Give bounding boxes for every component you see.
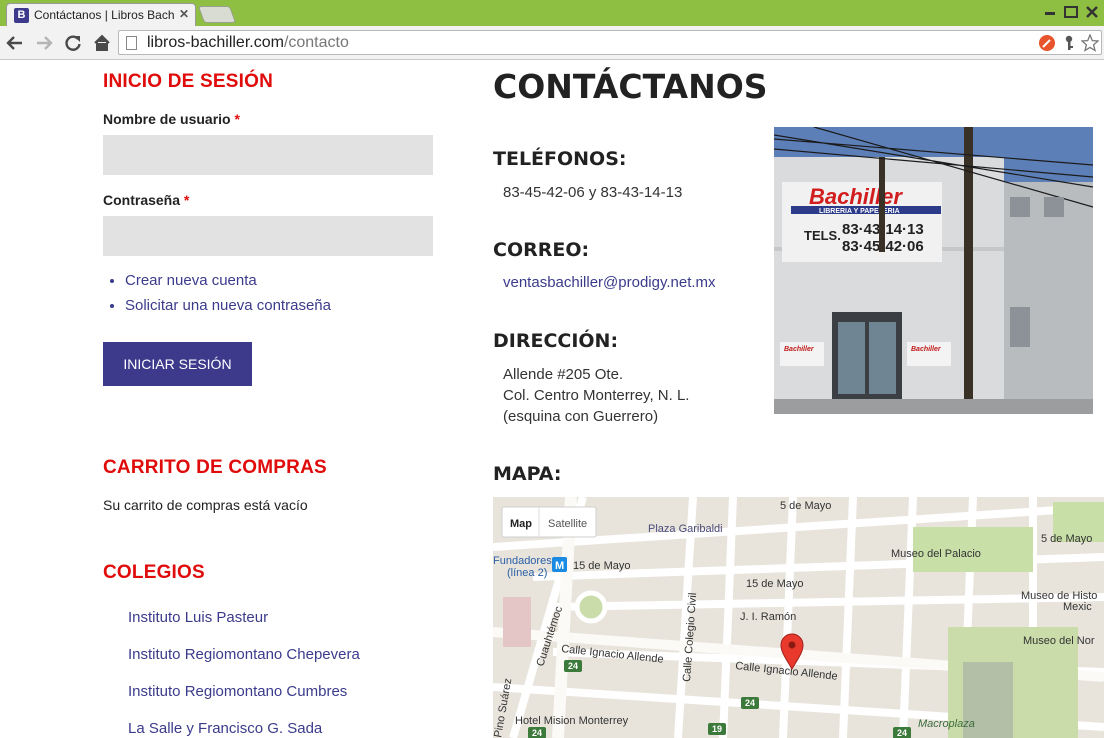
location-map[interactable]: Map Satellite 5 de Mayo 5 de Mayo Plaza … (493, 497, 1104, 738)
username-label: Nombre de usuario * (103, 111, 240, 127)
key-icon[interactable] (1061, 35, 1077, 51)
new-tab-button[interactable] (197, 6, 237, 23)
site-favicon-icon: B (14, 8, 29, 23)
extension-icon[interactable] (1039, 35, 1055, 51)
login-button[interactable]: INICIAR SESIÓN (103, 342, 252, 386)
colegio-link[interactable]: Instituto Regiomontano Cumbres (128, 683, 347, 700)
back-icon[interactable] (6, 35, 24, 51)
map-heading: MAPA: (493, 463, 562, 485)
metro-label: Fundadores (493, 555, 552, 567)
reset-password-link[interactable]: Solicitar una nueva contraseña (125, 293, 433, 318)
metro-label: (línea 2) (507, 567, 547, 579)
maximize-icon (1064, 6, 1078, 18)
email-heading: CORREO: (493, 239, 590, 261)
store-photo: Bachiller LIBRERIA Y PAPELERIA TELS. 83·… (774, 127, 1093, 414)
browser-tab[interactable]: B Contáctanos | Libros Bachi ✕ (6, 3, 196, 26)
tab-close-icon[interactable]: ✕ (179, 7, 189, 21)
address-heading: DIRECCIÓN: (493, 330, 619, 352)
reload-icon[interactable] (64, 34, 82, 52)
username-input[interactable] (103, 135, 433, 175)
route-shield: 24 (897, 728, 907, 738)
poi-label: Museo del Palacio (891, 548, 981, 560)
email-link[interactable]: ventasbachiller@prodigy.net.mx (503, 274, 716, 291)
map-type-satellite-button: Satellite (548, 518, 587, 530)
browser-tab-bar: B Contáctanos | Libros Bachi ✕ (0, 0, 1104, 26)
address-bar[interactable]: libros-bachiller.com/contacto (118, 30, 1102, 55)
address-text: Allende #205 Ote. Col. Centro Monterrey,… (503, 366, 690, 425)
colegio-link[interactable]: La Salle y Francisco G. Sada (128, 720, 322, 737)
street-label: 5 de Mayo (780, 500, 831, 512)
colegio-link[interactable]: Instituto Regiomontano Chepevera (128, 646, 360, 663)
poi-label: Museo del Nor (1023, 635, 1095, 647)
password-input[interactable] (103, 216, 433, 256)
url-text: libros-bachiller.com/contacto (147, 34, 349, 51)
window-close-icon (1086, 6, 1098, 18)
metro-icon: M (555, 560, 564, 572)
browser-toolbar: libros-bachiller.com/contacto (0, 26, 1104, 60)
svg-text:Bachiller: Bachiller (784, 346, 815, 353)
cart-empty-text: Su carrito de compras está vacío (103, 497, 308, 513)
route-shield: 24 (745, 698, 755, 708)
route-shield: 24 (532, 728, 542, 738)
minimize-icon (1045, 12, 1055, 15)
poi-label: Mexic (1063, 601, 1092, 613)
route-shield: 24 (568, 661, 578, 671)
poi-label: Plaza Garibaldi (648, 523, 723, 535)
page-title: CONTÁCTANOS (493, 67, 768, 106)
map-canvas[interactable]: Map Satellite 5 de Mayo 5 de Mayo Plaza … (493, 497, 1104, 738)
cart-title: CARRITO DE COMPRAS (103, 457, 327, 478)
colegio-link[interactable]: Instituto Luis Pasteur (128, 609, 268, 626)
home-icon[interactable] (93, 34, 111, 52)
svg-text:Bachiller: Bachiller (809, 184, 903, 209)
page-icon (126, 36, 137, 50)
street-label: 15 de Mayo (573, 560, 630, 572)
svg-text:LIBRERIA Y PAPELERIA: LIBRERIA Y PAPELERIA (819, 208, 900, 215)
forward-icon[interactable] (35, 35, 53, 51)
create-account-link[interactable]: Crear nueva cuenta (125, 268, 433, 293)
login-links: Crear nueva cuenta Solicitar una nueva c… (103, 268, 433, 318)
colegios-title: COLEGIOS (103, 562, 205, 583)
phones-heading: TELÉFONOS: (493, 148, 627, 170)
password-label: Contraseña * (103, 192, 190, 208)
poi-label: Hotel Mision Monterrey (515, 715, 629, 727)
street-label: 15 de Mayo (746, 578, 803, 590)
map-type-map-button: Map (510, 518, 532, 530)
street-label: J. I. Ramón (740, 611, 796, 623)
street-label: 5 de Mayo (1041, 533, 1092, 545)
route-shield: 19 (712, 724, 722, 734)
svg-text:Bachiller: Bachiller (911, 346, 942, 353)
poi-label: Macroplaza (918, 718, 975, 730)
window-controls (1045, 6, 1098, 18)
bookmark-star-icon[interactable] (1081, 34, 1099, 52)
svg-text:TELS.: TELS. (804, 228, 841, 243)
tab-title: Contáctanos | Libros Bachi (34, 8, 174, 22)
login-title: INICIO DE SESIÓN (103, 71, 274, 92)
phones-text: 83-45-42-06 y 83-43-14-13 (503, 184, 683, 201)
